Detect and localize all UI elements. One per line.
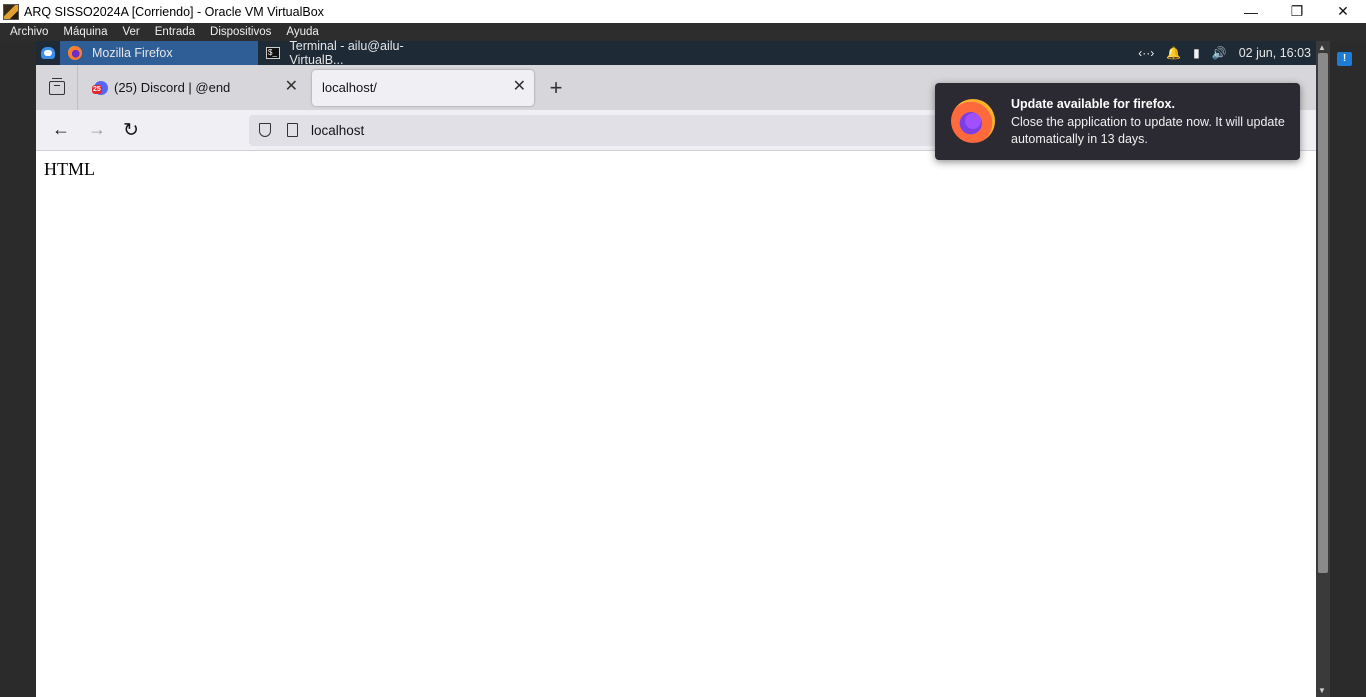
guest-top-panel: Mozilla Firefox $_ Terminal - ailu@ailu-… (36, 39, 1316, 67)
menu-ver[interactable]: Ver (114, 26, 146, 38)
vm-left-gutter (0, 41, 36, 697)
firefox-icon (68, 46, 82, 60)
terminal-icon: $_ (266, 47, 280, 59)
xfce-mouse-icon (41, 47, 55, 59)
update-notification[interactable]: Update available for firefox. Close the … (935, 83, 1300, 160)
close-tab-icon[interactable]: ✕ (285, 78, 298, 95)
page-body-text: HTML (44, 159, 95, 179)
clock[interactable]: 02 jun, 16:03 (1239, 46, 1311, 60)
host-titlebar: ARQ SISSO2024A [Corriendo] - Oracle VM V… (0, 0, 1366, 23)
minimize-button[interactable]: — (1228, 0, 1274, 23)
virtualbox-app-icon (3, 3, 19, 20)
host-window-title: ARQ SISSO2024A [Corriendo] - Oracle VM V… (24, 4, 324, 19)
tab-overview-button[interactable] (36, 65, 78, 110)
menu-dispositivos[interactable]: Dispositivos (202, 26, 278, 38)
system-tray: ‹··› 🔔 ▮ 🔊 02 jun, 16:03 (1132, 41, 1311, 65)
reload-button[interactable]: ↻ (123, 119, 139, 142)
notification-title: Update available for firefox. (1011, 97, 1175, 111)
menu-archivo[interactable]: Archivo (0, 26, 55, 38)
tabs-overview-icon (48, 77, 65, 95)
volume-icon[interactable]: 🔊 (1212, 46, 1227, 60)
scroll-up-arrow-icon[interactable]: ▲ (1318, 43, 1326, 52)
host-menubar: Archivo Máquina Ver Entrada Dispositivos… (0, 23, 1366, 41)
close-tab-icon[interactable]: ✕ (513, 78, 526, 95)
applications-menu-button[interactable] (36, 41, 60, 65)
discord-icon: 25 (92, 80, 108, 95)
notification-message: Close the application to update now. It … (1011, 115, 1285, 146)
maximize-button[interactable]: ❐ (1274, 0, 1320, 23)
forward-button[interactable]: → (88, 119, 106, 140)
url-bar[interactable]: localhost (249, 115, 969, 146)
new-tab-button[interactable]: + (546, 75, 566, 101)
taskbar-item-label: Mozilla Firefox (92, 46, 173, 60)
menu-maquina[interactable]: Máquina (55, 26, 114, 38)
vm-right-gutter (1330, 41, 1366, 697)
window-controls: — ❐ ✕ (1228, 0, 1366, 23)
url-text[interactable]: localhost (311, 123, 364, 138)
tab-title: (25) Discord | @end (114, 80, 231, 95)
taskbar-item-label: Terminal - ailu@ailu-VirtualB... (289, 39, 404, 67)
battery-icon[interactable]: ▮ (1193, 46, 1200, 60)
page-info-icon[interactable] (287, 123, 298, 137)
close-button[interactable]: ✕ (1320, 0, 1366, 23)
page-content: HTML (36, 151, 1316, 697)
menu-entrada[interactable]: Entrada (147, 26, 202, 38)
tab-discord[interactable]: 25 (25) Discord | @end ✕ (88, 70, 306, 106)
vm-scrollbar[interactable]: ▲ ▼ (1316, 41, 1330, 697)
tracking-protection-shield-icon[interactable] (259, 123, 271, 137)
taskbar-item-firefox[interactable]: Mozilla Firefox (60, 41, 258, 65)
notification-bell-icon[interactable]: 🔔 (1166, 46, 1181, 60)
taskbar-item-terminal[interactable]: $_ Terminal - ailu@ailu-VirtualB... (258, 39, 458, 67)
scroll-down-arrow-icon[interactable]: ▼ (1318, 686, 1326, 695)
info-indicator-icon[interactable]: ! (1337, 52, 1352, 66)
unread-badge: 25 (92, 84, 102, 94)
scroll-thumb[interactable] (1318, 53, 1328, 573)
tab-title: localhost/ (322, 80, 377, 95)
back-button[interactable]: ← (52, 119, 70, 140)
network-icon[interactable]: ‹··› (1138, 46, 1154, 60)
menu-ayuda[interactable]: Ayuda (278, 26, 325, 38)
tab-localhost[interactable]: localhost/ ✕ (312, 69, 534, 106)
firefox-logo-icon (951, 99, 995, 143)
